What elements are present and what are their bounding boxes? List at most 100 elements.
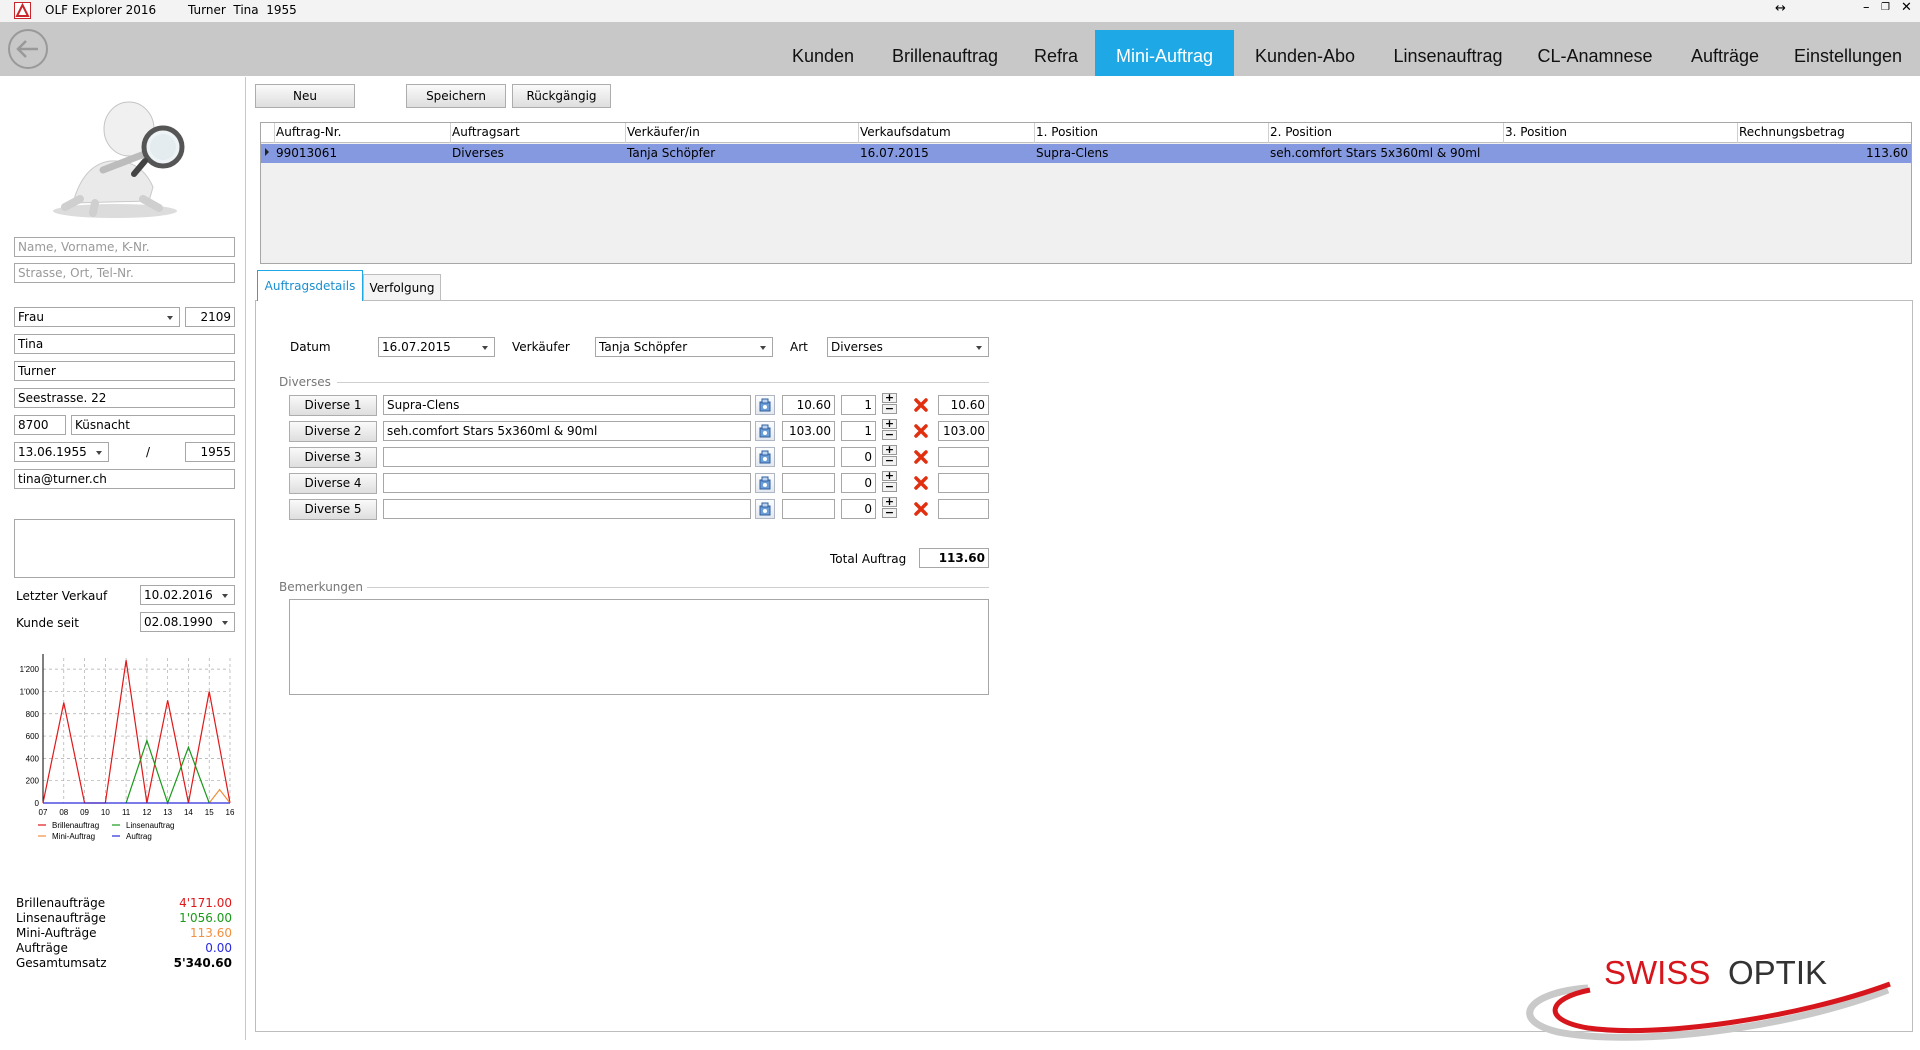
- tab-refra[interactable]: Refra: [1022, 30, 1090, 76]
- diverse-item-button[interactable]: Diverse 4: [289, 473, 377, 494]
- customer-note-field[interactable]: [14, 519, 235, 578]
- search-name-input[interactable]: Name, Vorname, K-Nr.: [14, 237, 235, 257]
- seller-select[interactable]: Tanja Schöpfer: [595, 337, 773, 357]
- maximize-button[interactable]: ❐: [1881, 2, 1890, 13]
- item-total-field[interactable]: [938, 447, 989, 467]
- column-position-2[interactable]: 2. Position: [1270, 125, 1332, 139]
- tab-kunden[interactable]: Kunden: [778, 30, 868, 76]
- email-field[interactable]: tina@turner.ch: [14, 469, 235, 489]
- new-button[interactable]: Neu: [255, 84, 355, 108]
- item-price-field[interactable]: [782, 473, 835, 493]
- tab-cl-anamnese[interactable]: CL-Anamnese: [1525, 30, 1665, 76]
- item-total-field[interactable]: 103.00: [938, 421, 989, 441]
- zip-field[interactable]: 8700: [14, 415, 66, 435]
- legend-entry: Brillenauftrag: [52, 821, 99, 830]
- delete-item-button[interactable]: [911, 395, 931, 415]
- column-auftrag-nr[interactable]: Auftrag-Nr.: [276, 125, 341, 139]
- customer-number-field[interactable]: 2109: [185, 307, 235, 327]
- diverse-item-button[interactable]: Diverse 3: [289, 447, 377, 468]
- grid-header: Auftrag-Nr. Auftragsart Verkäufer/in Ver…: [261, 123, 1911, 143]
- close-window-button[interactable]: ✕: [1901, 0, 1912, 15]
- birthdate-field[interactable]: 13.06.1955: [14, 442, 109, 462]
- article-lookup-icon: [759, 424, 771, 438]
- item-quantity-field[interactable]: 0: [841, 473, 876, 493]
- delete-item-button[interactable]: [911, 421, 931, 441]
- delete-item-button[interactable]: [911, 473, 931, 493]
- article-lookup-button[interactable]: [755, 447, 775, 467]
- quantity-decrease-button[interactable]: −: [882, 481, 897, 492]
- app-logo-icon: [14, 2, 31, 19]
- x-tick-label: 10: [101, 808, 110, 817]
- article-lookup-button[interactable]: [755, 395, 775, 415]
- diverse-item-button[interactable]: Diverse 5: [289, 499, 377, 520]
- item-quantity-field[interactable]: 0: [841, 447, 876, 467]
- delete-item-button[interactable]: [911, 499, 931, 519]
- save-button[interactable]: Speichern: [406, 84, 506, 108]
- tab-auftraege[interactable]: Aufträge: [1677, 30, 1773, 76]
- tab-verfolgung[interactable]: Verfolgung: [363, 274, 441, 301]
- item-description-field[interactable]: [383, 473, 751, 493]
- article-lookup-icon: [759, 398, 771, 412]
- quantity-decrease-button[interactable]: −: [882, 403, 897, 414]
- type-select[interactable]: Diverses: [827, 337, 989, 357]
- article-lookup-button[interactable]: [755, 421, 775, 441]
- item-price-field[interactable]: 10.60: [782, 395, 835, 415]
- column-verkaufsdatum[interactable]: Verkaufsdatum: [860, 125, 951, 139]
- firstname-field[interactable]: Tina: [14, 334, 235, 354]
- table-row[interactable]: 99013061 Diverses Tanja Schöpfer 16.07.2…: [261, 144, 1911, 163]
- quantity-decrease-button[interactable]: −: [882, 455, 897, 466]
- article-lookup-button[interactable]: [755, 499, 775, 519]
- item-quantity-field[interactable]: 1: [841, 421, 876, 441]
- back-arrow-icon[interactable]: [7, 28, 49, 70]
- orders-grid: Auftrag-Nr. Auftragsart Verkäufer/in Ver…: [260, 122, 1912, 264]
- item-total-field[interactable]: [938, 473, 989, 493]
- tab-mini-auftrag[interactable]: Mini-Auftrag: [1095, 30, 1234, 76]
- quantity-decrease-button[interactable]: −: [882, 429, 897, 440]
- undo-button[interactable]: Rückgängig: [512, 84, 611, 108]
- column-position-1[interactable]: 1. Position: [1036, 125, 1098, 139]
- item-price-field[interactable]: [782, 499, 835, 519]
- minimize-button[interactable]: –: [1863, 0, 1870, 15]
- city-field[interactable]: Küsnacht: [71, 415, 235, 435]
- column-verkaeufer[interactable]: Verkäufer/in: [627, 125, 700, 139]
- customer-since-label: Kunde seit: [16, 616, 79, 630]
- quantity-decrease-button[interactable]: −: [882, 507, 897, 518]
- item-price-field[interactable]: 103.00: [782, 421, 835, 441]
- diverse-item-button[interactable]: Diverse 1: [289, 395, 377, 416]
- item-description-field[interactable]: seh.comfort Stars 5x360ml & 90ml: [383, 421, 751, 441]
- y-tick-label: 0: [35, 799, 40, 808]
- item-price-field[interactable]: [782, 447, 835, 467]
- customer-since-date-field[interactable]: 02.08.1990: [140, 612, 235, 632]
- column-auftragsart[interactable]: Auftragsart: [452, 125, 520, 139]
- item-total-field[interactable]: [938, 499, 989, 519]
- diverse-item-button[interactable]: Diverse 2: [289, 421, 377, 442]
- item-description-field[interactable]: [383, 447, 751, 467]
- birth-year-field[interactable]: 1955: [185, 442, 235, 462]
- column-rechnungsbetrag[interactable]: Rechnungsbetrag: [1739, 125, 1845, 139]
- tab-auftragsdetails[interactable]: Auftragsdetails: [257, 270, 363, 301]
- legend-entry: Mini-Auftrag: [52, 832, 95, 841]
- tab-linsenauftrag[interactable]: Linsenauftrag: [1380, 30, 1516, 76]
- tab-einstellungen[interactable]: Einstellungen: [1782, 30, 1914, 76]
- tab-brillenauftrag[interactable]: Brillenauftrag: [877, 30, 1013, 76]
- remarks-textarea[interactable]: [289, 599, 989, 695]
- last-sale-date-field[interactable]: 10.02.2016: [140, 585, 235, 605]
- article-lookup-button[interactable]: [755, 473, 775, 493]
- salutation-select[interactable]: Frau: [14, 307, 180, 327]
- order-date-field[interactable]: 16.07.2015: [378, 337, 495, 357]
- legend-entry: Auftrag: [126, 832, 152, 841]
- item-quantity-field[interactable]: 1: [841, 395, 876, 415]
- item-quantity-field[interactable]: 0: [841, 499, 876, 519]
- item-description-field[interactable]: [383, 499, 751, 519]
- delete-item-button[interactable]: [911, 447, 931, 467]
- tab-kunden-abo[interactable]: Kunden-Abo: [1240, 30, 1370, 76]
- totals-row: Mini-Aufträge 113.60: [16, 926, 234, 941]
- lastname-field[interactable]: Turner: [14, 361, 235, 381]
- customer-title: Turner Tina 1955: [188, 3, 297, 17]
- resize-icon[interactable]: ↔: [1775, 1, 1786, 16]
- column-position-3[interactable]: 3. Position: [1505, 125, 1567, 139]
- search-address-input[interactable]: Strasse, Ort, Tel-Nr.: [14, 263, 235, 283]
- street-field[interactable]: Seestrasse. 22: [14, 388, 235, 408]
- item-description-field[interactable]: Supra-Clens: [383, 395, 751, 415]
- item-total-field[interactable]: 10.60: [938, 395, 989, 415]
